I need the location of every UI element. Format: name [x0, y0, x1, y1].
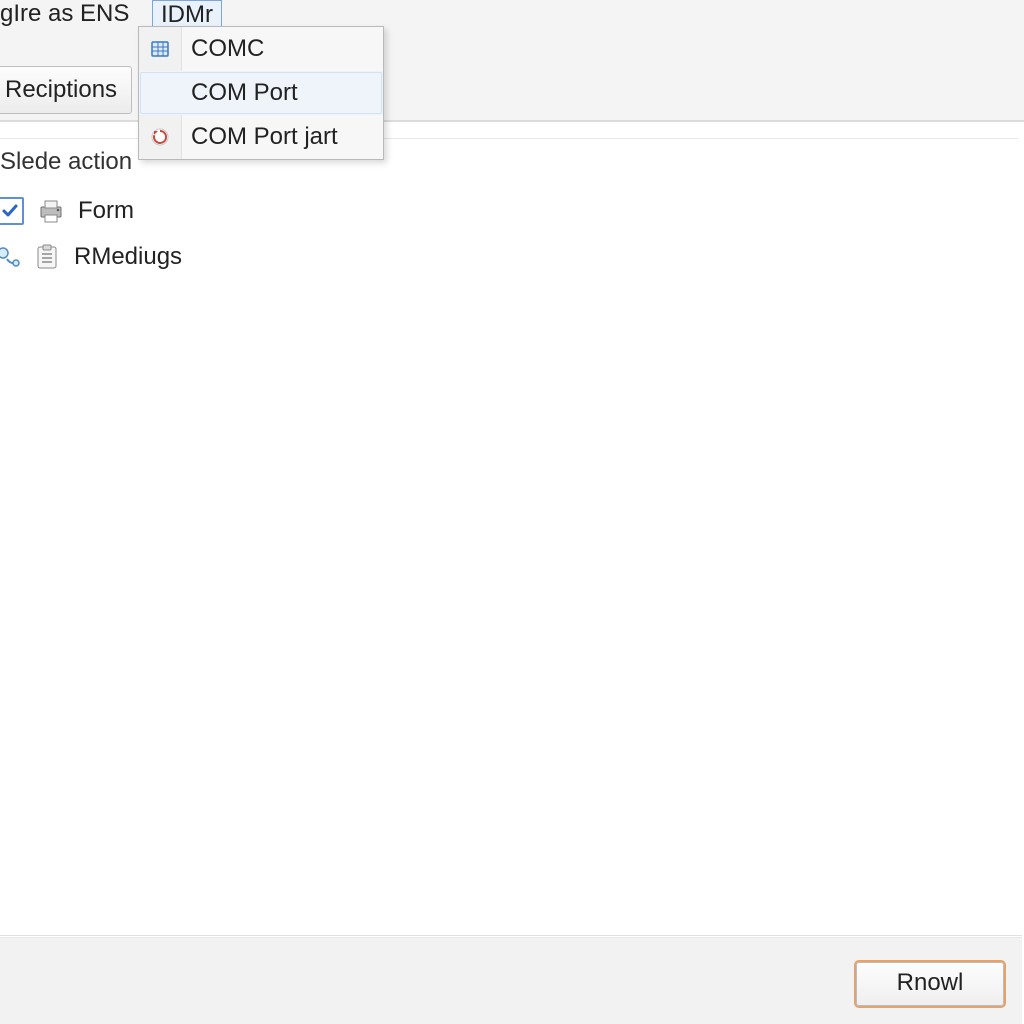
menu-item-com-port[interactable]: COM Port: [139, 71, 383, 115]
menu-item-label: COM Port jart: [181, 123, 338, 151]
bottom-separator: [0, 935, 1022, 936]
reciptions-button[interactable]: Reciptions: [0, 66, 132, 114]
list-item-label: RMediugs: [74, 243, 182, 271]
menu-item-label: COM Port: [181, 79, 298, 107]
footer-bar: Rnowl: [0, 937, 1022, 1024]
list-item[interactable]: RMediugs: [0, 234, 1018, 280]
menubar-fragment-text: gIre as ENS: [0, 0, 129, 28]
refresh-icon: [139, 127, 181, 147]
menu-item-com-port-jart[interactable]: COM Port jart: [139, 115, 383, 159]
printer-icon: [36, 196, 66, 226]
link-icon: [0, 242, 20, 272]
menu-item-label: COMC: [181, 35, 264, 63]
checkbox[interactable]: [0, 197, 24, 225]
action-list: Form RMediugs: [0, 188, 1018, 280]
clipboard-icon: [32, 242, 62, 272]
menu-item-comc[interactable]: COMC: [139, 27, 383, 71]
window-root: gIre as ENS IDMr Reciptions COMC COM Por: [0, 0, 1024, 1024]
rnowl-button[interactable]: Rnowl: [856, 962, 1004, 1006]
grid-icon: [139, 39, 181, 59]
reciptions-label: Reciptions: [5, 76, 117, 103]
list-item-label: Form: [78, 197, 134, 225]
list-item[interactable]: Form: [0, 188, 1018, 234]
dropdown-menu: COMC COM Port COM Port jart: [138, 26, 384, 160]
primary-button-label: Rnowl: [897, 969, 964, 996]
section-label: Slede action: [0, 148, 132, 176]
